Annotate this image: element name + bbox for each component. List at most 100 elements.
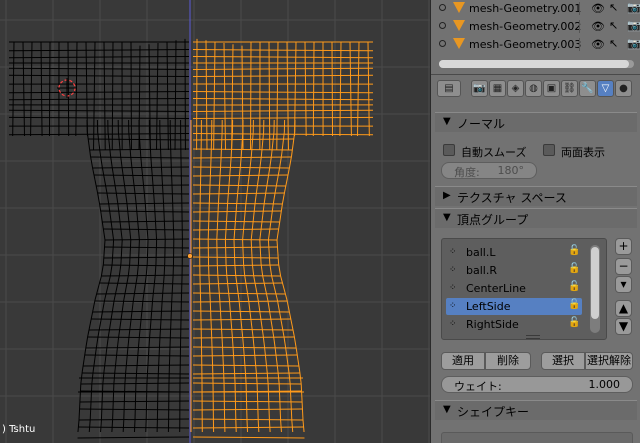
outliner-row[interactable]: mesh-Geometry.003 👁 ↖ 📷 bbox=[431, 36, 640, 53]
properties-context-tabs: ▤ 📷 ▦ ◈ ◍ ▣ ⛓ 🔧 ▽ ● bbox=[431, 76, 640, 102]
vertex-group-name[interactable]: LeftSide bbox=[466, 300, 510, 313]
field-value: 180° bbox=[497, 164, 525, 177]
editor-type-menu-icon[interactable]: ▤ bbox=[437, 80, 461, 97]
expand-toggle-icon[interactable] bbox=[439, 40, 446, 47]
render-camera-icon[interactable]: 📷 bbox=[627, 1, 640, 14]
expand-arrow-icon[interactable]: ▶ bbox=[443, 190, 451, 201]
vertex-group-name[interactable]: CenterLine bbox=[466, 282, 526, 295]
modifiers-tab-icon[interactable]: 🔧 bbox=[579, 80, 596, 97]
list-item-selected[interactable]: ⁘ LeftSide 🔓 bbox=[446, 298, 582, 315]
expand-toggle-icon[interactable] bbox=[439, 4, 446, 11]
scrollbar-thumb[interactable] bbox=[591, 247, 599, 319]
mesh-data-triangle-icon bbox=[453, 2, 465, 13]
normals-panel-header[interactable]: ▼ ノーマル bbox=[435, 112, 637, 132]
select-arrow-icon[interactable]: ↖ bbox=[609, 19, 618, 32]
properties-sidebar: mesh-Geometry.001 👁 ↖ 📷 mesh-Geometry.00… bbox=[430, 0, 640, 443]
outliner: mesh-Geometry.001 👁 ↖ 📷 mesh-Geometry.00… bbox=[431, 0, 640, 75]
constraints-tab-icon[interactable]: ⛓ bbox=[561, 80, 578, 97]
field-label: 角度: bbox=[454, 166, 480, 179]
list-item[interactable]: ⁘ ball.R 🔓 bbox=[446, 262, 582, 279]
move-down-button[interactable]: ▼ bbox=[615, 318, 632, 335]
field-value: 1.000 bbox=[588, 378, 621, 391]
outliner-item-name[interactable]: mesh-Geometry.003 bbox=[469, 38, 581, 51]
double-sided-checkbox[interactable] bbox=[543, 144, 555, 156]
list-item[interactable]: ⁘ CenterLine 🔓 bbox=[446, 280, 582, 297]
panel-title: テクスチャ スペース bbox=[457, 191, 567, 205]
object-origin-icon bbox=[187, 253, 193, 259]
remove-vertex-group-button[interactable]: − bbox=[615, 258, 632, 275]
vertex-group-icon: ⁘ bbox=[449, 319, 457, 329]
vertex-group-list[interactable]: ⁘ ball.L 🔓 ⁘ ball.R 🔓 ⁘ CenterLine 🔓 ⁘ L… bbox=[441, 238, 607, 340]
mesh-wireframe-right bbox=[190, 38, 374, 439]
auto-smooth-label: 自動スムーズ bbox=[461, 146, 527, 159]
panel-title: 頂点グループ bbox=[457, 213, 529, 227]
remove-button[interactable]: 削除 bbox=[485, 352, 531, 370]
divider bbox=[579, 20, 580, 33]
panel-title: シェイプキー bbox=[457, 405, 530, 419]
render-layers-tab-icon[interactable]: ▦ bbox=[489, 80, 506, 97]
outliner-item-name[interactable]: mesh-Geometry.002 bbox=[469, 20, 581, 33]
vertex-group-icon: ⁘ bbox=[449, 301, 457, 311]
deselect-button[interactable]: 選択解除 bbox=[585, 352, 633, 370]
scrollbar-thumb[interactable] bbox=[439, 60, 629, 68]
field-label: ウェイト: bbox=[454, 380, 502, 393]
mesh-data-triangle-icon bbox=[453, 20, 465, 31]
mesh-data-tab-icon[interactable]: ▽ bbox=[597, 80, 614, 97]
move-up-button[interactable]: ▲ bbox=[615, 300, 632, 317]
list-item[interactable]: ⁘ RightSide 🔓 bbox=[446, 316, 582, 333]
visibility-eye-icon[interactable]: 👁 bbox=[591, 2, 605, 15]
3d-viewport[interactable]: ) Tshtu bbox=[0, 0, 430, 443]
list-scrollbar[interactable] bbox=[590, 245, 600, 333]
lock-icon[interactable]: 🔓 bbox=[568, 263, 580, 274]
vertex-group-icon: ⁘ bbox=[449, 265, 457, 275]
list-item[interactable]: ⁘ ball.L 🔓 bbox=[446, 244, 582, 261]
shape-keys-panel-header[interactable]: ▼ シェイプキー bbox=[435, 400, 637, 420]
outliner-row[interactable]: mesh-Geometry.001 👁 ↖ 📷 bbox=[431, 0, 640, 17]
collapse-arrow-icon[interactable]: ▼ bbox=[443, 212, 451, 223]
mesh-data-triangle-icon bbox=[453, 38, 465, 49]
vertex-group-name[interactable]: ball.R bbox=[466, 264, 497, 277]
render-camera-icon[interactable]: 📷 bbox=[627, 37, 640, 50]
specials-menu-button[interactable]: ▾ bbox=[615, 276, 632, 293]
outliner-row[interactable]: mesh-Geometry.002 👁 ↖ 📷 bbox=[431, 18, 640, 35]
collapse-arrow-icon[interactable]: ▼ bbox=[443, 116, 451, 127]
viewport-canvas[interactable] bbox=[0, 0, 430, 443]
auto-smooth-checkbox[interactable] bbox=[443, 144, 455, 156]
visibility-eye-icon[interactable]: 👁 bbox=[591, 20, 605, 33]
list-resize-grip-icon[interactable] bbox=[526, 335, 540, 339]
vertex-group-icon: ⁘ bbox=[449, 247, 457, 257]
lock-icon[interactable]: 🔓 bbox=[568, 281, 580, 292]
visibility-eye-icon[interactable]: 👁 bbox=[591, 38, 605, 51]
divider bbox=[579, 2, 580, 15]
outliner-item-name[interactable]: mesh-Geometry.001 bbox=[469, 2, 581, 15]
lock-icon[interactable]: 🔓 bbox=[568, 299, 580, 310]
world-tab-icon[interactable]: ◍ bbox=[525, 80, 542, 97]
assign-button[interactable]: 適用 bbox=[441, 352, 485, 370]
vertex-groups-panel-header[interactable]: ▼ 頂点グループ bbox=[435, 208, 637, 228]
lock-icon[interactable]: 🔓 bbox=[568, 245, 580, 256]
expand-toggle-icon[interactable] bbox=[439, 22, 446, 29]
select-arrow-icon[interactable]: ↖ bbox=[609, 37, 618, 50]
render-tab-icon[interactable]: 📷 bbox=[471, 80, 488, 97]
select-arrow-icon[interactable]: ↖ bbox=[609, 1, 618, 14]
scene-tab-icon[interactable]: ◈ bbox=[507, 80, 524, 97]
add-vertex-group-button[interactable]: + bbox=[615, 238, 632, 255]
double-sided-label: 両面表示 bbox=[561, 146, 605, 159]
collapse-arrow-icon[interactable]: ▼ bbox=[443, 404, 451, 415]
weight-field[interactable]: ウェイト: 1.000 bbox=[441, 376, 633, 393]
object-tab-icon[interactable]: ▣ bbox=[543, 80, 560, 97]
vertex-group-name[interactable]: ball.L bbox=[466, 246, 495, 259]
auto-smooth-angle-field[interactable]: 角度: 180° bbox=[441, 162, 537, 179]
render-camera-icon[interactable]: 📷 bbox=[627, 19, 640, 32]
shape-key-list[interactable] bbox=[441, 432, 633, 443]
select-button[interactable]: 選択 bbox=[541, 352, 585, 370]
texture-space-panel-header[interactable]: ▶ テクスチャ スペース bbox=[435, 186, 637, 206]
lock-icon[interactable]: 🔓 bbox=[568, 317, 580, 328]
divider bbox=[579, 38, 580, 51]
properties-panel: ▼ ノーマル 自動スムーズ 両面表示 角度: 180° ▶ テクスチャ スペース… bbox=[431, 104, 640, 443]
vertex-group-icon: ⁘ bbox=[449, 283, 457, 293]
vertex-group-name[interactable]: RightSide bbox=[466, 318, 519, 331]
outliner-scrollbar[interactable] bbox=[439, 60, 634, 68]
material-tab-icon[interactable]: ● bbox=[615, 80, 632, 97]
panel-title: ノーマル bbox=[457, 117, 506, 131]
